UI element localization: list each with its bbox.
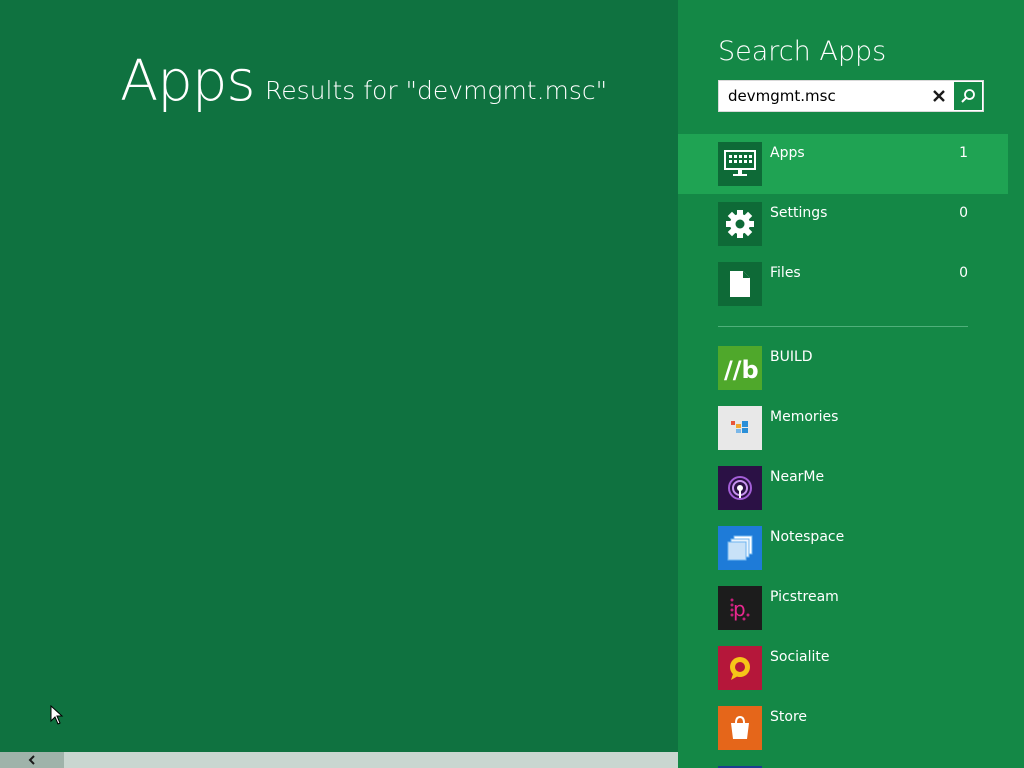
app-label: NearMe — [770, 469, 825, 485]
app-label: Notespace — [770, 529, 845, 545]
app-label: Socialite — [770, 649, 830, 665]
memories-icon — [718, 406, 762, 450]
scope-label: Settings — [770, 205, 828, 221]
scroll-left-button[interactable] — [0, 752, 64, 768]
app-nearme[interactable]: NearMe — [678, 466, 1008, 526]
search-pane: Search Apps devmgmt.msc Apps 1 Settings … — [678, 0, 1024, 768]
clear-search-button[interactable] — [925, 81, 953, 111]
notespace-icon — [718, 526, 762, 570]
build-icon: //b — [718, 346, 762, 390]
search-pane-title: Search Apps — [718, 36, 887, 67]
gear-icon — [718, 202, 762, 246]
mouse-pointer-icon — [50, 705, 64, 725]
app-label: Picstream — [770, 589, 839, 605]
app-label: BUILD — [770, 349, 813, 365]
divider — [718, 326, 968, 327]
monitor-keyboard-icon — [718, 142, 762, 186]
results-for-label: Results for "devmgmt.msc" — [265, 76, 608, 105]
app-socialite[interactable]: Socialite — [678, 646, 1008, 706]
close-icon — [933, 90, 945, 102]
page-title: Apps — [120, 49, 256, 114]
picstream-icon: p — [718, 586, 762, 630]
nearme-icon — [718, 466, 762, 510]
app-notespace[interactable]: Notespace — [678, 526, 1008, 586]
horizontal-scrollbar[interactable] — [0, 752, 678, 768]
scope-settings[interactable]: Settings 0 — [678, 194, 1008, 254]
scope-apps[interactable]: Apps 1 — [678, 134, 1008, 194]
app-picstream[interactable]: p Picstream — [678, 586, 1008, 646]
app-memories[interactable]: Memories — [678, 406, 1008, 466]
search-button[interactable] — [954, 82, 982, 110]
scope-files[interactable]: Files 0 — [678, 254, 1008, 314]
search-box — [718, 80, 984, 112]
app-label: Memories — [770, 409, 839, 425]
search-icon — [961, 89, 975, 103]
scope-count: 1 — [959, 145, 968, 161]
document-icon — [718, 262, 762, 306]
store-icon — [718, 706, 762, 750]
app-label: Store — [770, 709, 808, 725]
app-store[interactable]: Store — [678, 706, 1008, 766]
results-area: Apps Results for "devmgmt.msc" — [0, 0, 678, 768]
chevron-left-icon — [28, 755, 35, 765]
scope-label: Files — [770, 265, 801, 281]
search-input[interactable] — [719, 81, 919, 111]
svg-text:p: p — [733, 597, 746, 621]
scope-count: 0 — [959, 265, 968, 281]
svg-text://b: //b — [724, 356, 759, 384]
socialite-icon — [718, 646, 762, 690]
app-build[interactable]: //b BUILD — [678, 346, 1008, 406]
scope-count: 0 — [959, 205, 968, 221]
scope-label: Apps — [770, 145, 805, 161]
